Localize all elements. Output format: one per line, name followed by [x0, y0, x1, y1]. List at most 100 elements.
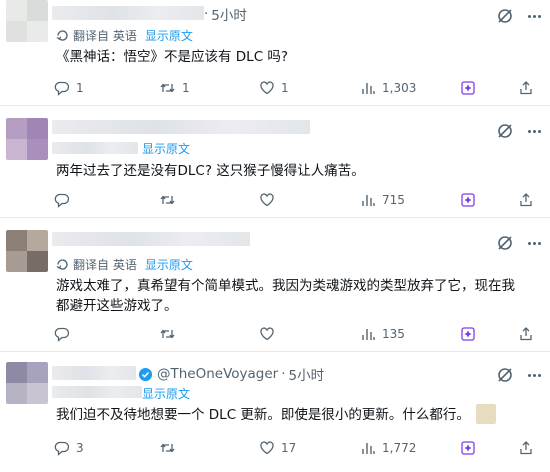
- translation-info: 翻译自 英语 显示原文: [56, 255, 193, 273]
- views-icon: [362, 329, 375, 340]
- translation-info-blurred: [52, 386, 142, 398]
- retweet-icon: [160, 83, 175, 93]
- translation-info: 翻译自 英语 显示原文: [56, 26, 193, 44]
- tweet-text-line-2: 都避开这些游戏了。: [56, 298, 178, 314]
- tweet-2[interactable]: 显示原文 两年过去了还是没有DLC? 这只猴子慢得让人痛苦。 715: [0, 106, 550, 218]
- views-button[interactable]: 1,772: [360, 440, 416, 456]
- grok-analyze-icon: [461, 193, 475, 207]
- grok-analyze-button[interactable]: [460, 80, 476, 96]
- tweet-text: 我们迫不及待地想要一个 DLC 更新。即使是很小的更新。什么都行。: [56, 407, 470, 423]
- grok-analyze-button[interactable]: [460, 192, 476, 208]
- grok-analyze-button[interactable]: [460, 440, 476, 456]
- share-icon: [520, 81, 532, 95]
- views-icon: [362, 83, 375, 94]
- share-button[interactable]: [518, 192, 534, 208]
- grok-analyze-icon: [461, 441, 475, 455]
- show-original-link[interactable]: 显示原文: [142, 384, 190, 402]
- grok-analyze-button[interactable]: [460, 326, 476, 342]
- tweet-text: 《黑神话：悟空》不是应该有 DLC 吗?: [56, 49, 289, 65]
- like-button[interactable]: [259, 326, 281, 342]
- show-original-link[interactable]: 显示原文: [145, 27, 193, 44]
- share-button[interactable]: [518, 326, 534, 342]
- tweet-4[interactable]: @TheOneVoyager · 5小时 显示原文 我们迫不及待地想要一个 DL…: [0, 352, 550, 472]
- translate-icon: [56, 258, 68, 270]
- tweet-actions: 1 1 1 1,303: [54, 78, 544, 98]
- reply-icon: [54, 193, 70, 208]
- views-count: 135: [382, 327, 405, 341]
- reply-icon: [54, 441, 70, 456]
- reply-button[interactable]: 3: [54, 440, 84, 456]
- retweet-icon: [160, 195, 175, 205]
- views-button[interactable]: 1,303: [360, 80, 416, 96]
- translate-label: 翻译自 英语: [73, 28, 137, 43]
- retweet-count: 1: [182, 81, 190, 95]
- reply-button[interactable]: 1: [54, 80, 84, 96]
- share-button[interactable]: [518, 440, 534, 456]
- views-count: 1,772: [382, 441, 417, 455]
- tweet-text-line-1: 游戏太难了，真希望有个简单模式。我因为类魂游戏的类型放弃了它，现在我: [56, 278, 515, 294]
- display-name-blurred[interactable]: [52, 120, 310, 134]
- display-name-blurred[interactable]: [52, 366, 136, 380]
- verified-badge-icon: [138, 367, 153, 381]
- share-icon: [520, 193, 532, 207]
- handle-blurred[interactable]: [52, 142, 138, 154]
- display-name-blurred[interactable]: [52, 6, 204, 20]
- grok-icon[interactable]: [496, 366, 514, 384]
- retweet-icon: [160, 329, 175, 339]
- avatar[interactable]: [6, 0, 48, 42]
- avatar[interactable]: [6, 230, 48, 272]
- views-icon: [362, 443, 375, 454]
- retweet-button[interactable]: 1: [159, 80, 190, 96]
- dot-separator: ·: [204, 6, 209, 22]
- tweet-time[interactable]: 5小时: [211, 4, 247, 24]
- views-icon: [362, 195, 375, 206]
- heart-icon: [260, 81, 274, 95]
- tweet-actions: 715: [54, 190, 544, 210]
- dot-separator: ·: [281, 366, 286, 382]
- more-options-icon[interactable]: [526, 366, 542, 384]
- translate-icon: [56, 29, 68, 41]
- tweet-actions: 3 17 1,772: [54, 438, 544, 458]
- reply-count: 3: [76, 441, 84, 455]
- reply-button[interactable]: [54, 326, 76, 342]
- grok-analyze-icon: [461, 327, 475, 341]
- more-options-icon[interactable]: [526, 234, 542, 252]
- share-icon: [520, 327, 532, 341]
- translate-label: 翻译自 英语: [73, 257, 137, 272]
- heart-icon: [260, 193, 274, 207]
- grok-analyze-icon: [461, 81, 475, 95]
- views-count: 715: [382, 193, 405, 207]
- heart-icon: [260, 327, 274, 341]
- show-original-link[interactable]: 显示原文: [142, 139, 190, 157]
- grok-icon[interactable]: [496, 234, 514, 252]
- tweet-time[interactable]: 5小时: [289, 364, 325, 384]
- emoji-image: [476, 404, 496, 424]
- retweet-button[interactable]: [159, 440, 182, 456]
- tweet-3[interactable]: 翻译自 英语 显示原文 游戏太难了，真希望有个简单模式。我因为类魂游戏的类型放弃…: [0, 218, 550, 352]
- share-button[interactable]: [518, 80, 534, 96]
- more-options-icon[interactable]: [526, 122, 542, 140]
- tweet-actions: 135: [54, 324, 544, 344]
- display-name-blurred[interactable]: [52, 232, 250, 246]
- views-button[interactable]: 715: [360, 192, 405, 208]
- grok-icon[interactable]: [496, 122, 514, 140]
- retweet-button[interactable]: [159, 192, 182, 208]
- show-original-link[interactable]: 显示原文: [145, 256, 193, 273]
- like-count: 17: [281, 441, 297, 455]
- retweet-button[interactable]: [159, 326, 182, 342]
- avatar[interactable]: [6, 118, 48, 160]
- grok-icon[interactable]: [496, 7, 514, 25]
- like-count: 1: [281, 81, 289, 95]
- like-button[interactable]: 17: [259, 440, 296, 456]
- retweet-icon: [160, 443, 175, 453]
- reply-icon: [54, 81, 70, 96]
- share-icon: [520, 441, 532, 455]
- tweet-1[interactable]: · 5小时 翻译自 英语 显示原文 《黑神话：悟空》不是应该有 DLC 吗? 1…: [0, 0, 550, 106]
- reply-button[interactable]: [54, 192, 76, 208]
- more-options-icon[interactable]: [526, 7, 542, 25]
- views-button[interactable]: 135: [360, 326, 405, 342]
- like-button[interactable]: 1: [259, 80, 289, 96]
- avatar[interactable]: [6, 362, 48, 404]
- like-button[interactable]: [259, 192, 281, 208]
- user-handle[interactable]: @TheOneVoyager: [157, 366, 278, 382]
